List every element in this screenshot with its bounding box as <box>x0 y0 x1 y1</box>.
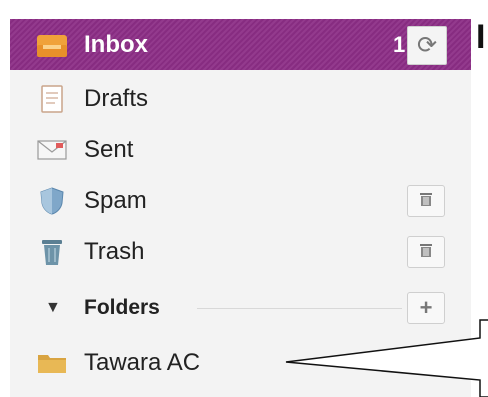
callout-pointer <box>285 319 488 397</box>
